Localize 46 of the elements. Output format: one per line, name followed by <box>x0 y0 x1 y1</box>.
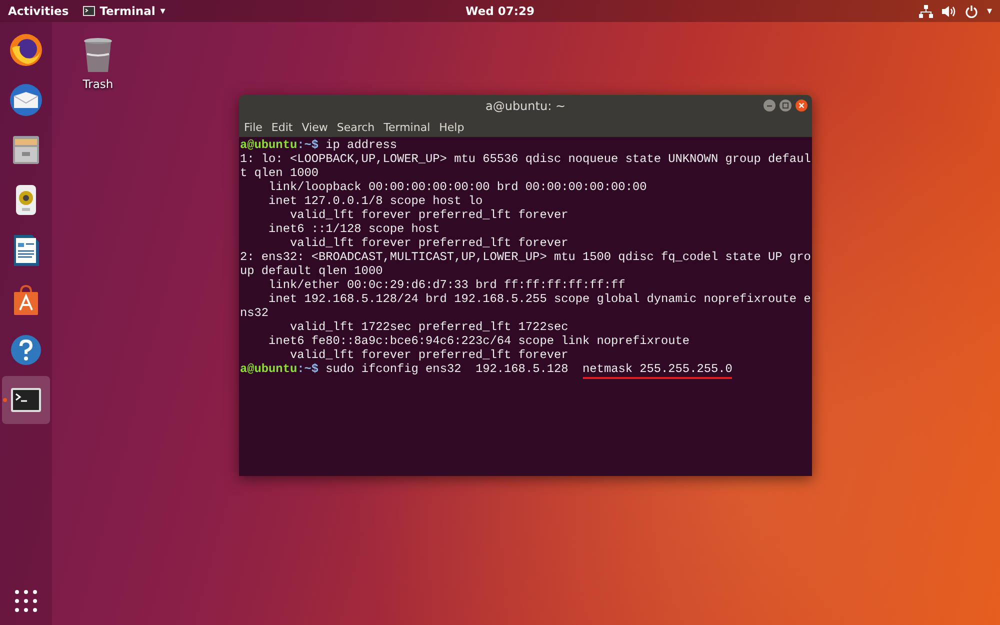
browser-icon[interactable] <box>8 32 44 68</box>
output-line: valid_lft 1722sec preferred_lft 1722sec <box>288 320 568 334</box>
help-icon[interactable] <box>8 332 44 368</box>
menu-item[interactable]: View <box>302 120 328 134</box>
power-icon <box>964 4 978 18</box>
output-line: link/ether 00:0c:29:d6:d7:33 brd ff:ff:ff:ff:ff:ff <box>268 278 626 292</box>
dock-item[interactable] <box>2 376 50 424</box>
output-line: 1: lo: <LOOPBACK,UP,LOWER_UP> mtu 65536 qdisc noqueue state UNKNOWN group defaul <box>240 152 811 166</box>
app-menu[interactable]: Terminal ▾ <box>82 4 166 18</box>
output-line: inet6 ::1/128 scope host <box>268 222 440 236</box>
volume-icon <box>942 4 956 18</box>
output-line: valid_lft forever preferred_lft forever <box>288 208 568 222</box>
command-text: sudo ifconfig ens32 192.168.5.128 <box>324 362 570 376</box>
prompt-user: a@ubuntu <box>240 362 298 376</box>
mail-icon[interactable] <box>8 82 44 118</box>
show-applications-icon[interactable] <box>14 589 38 613</box>
prompt-path: :~$ <box>297 138 319 152</box>
output-line: up default qlen 1000 <box>240 264 383 278</box>
output-line: inet6 fe80::8a9c:bce6:94c6:223c/64 scope link noprefixroute <box>268 334 690 348</box>
minimize-button[interactable] <box>763 99 776 112</box>
command-text: ip address <box>324 138 398 152</box>
menu-item[interactable]: Terminal <box>384 120 430 134</box>
running-indicator <box>3 398 7 402</box>
output-line: ns32 <box>240 306 269 320</box>
status-menu[interactable]: ▾ <box>918 4 992 18</box>
underlined-command-text: netmask 255.255.255.0 <box>582 362 732 379</box>
clock[interactable]: Wed 07:29 <box>466 4 534 18</box>
menu-item[interactable]: Search <box>336 120 375 134</box>
window-title: a@ubuntu: ~ <box>485 99 566 113</box>
output-line: t qlen 1000 <box>240 166 318 180</box>
output-line: 2: ens32: <BROADCAST,MULTICAST,UP,LOWER_UP> mtu 1500 qdisc fq_codel state UP gro <box>240 250 811 264</box>
terminal-icon <box>82 6 95 16</box>
maximize-button[interactable] <box>779 99 792 112</box>
menu-item[interactable]: File <box>244 120 262 134</box>
menu-item[interactable]: Help <box>439 120 464 134</box>
close-button[interactable] <box>795 99 808 112</box>
output-line: valid_lft forever preferred_lft forever <box>288 236 568 250</box>
output-line: link/loopback 00:00:00:00:00:00 brd 00:00:00:00:00:00 <box>268 180 647 194</box>
prompt-user: a@ubuntu <box>240 138 298 152</box>
activities-button[interactable]: Activities <box>8 4 69 18</box>
menu-item[interactable]: Edit <box>271 120 293 134</box>
output-line: inet 127.0.0.1/8 scope host lo <box>268 194 483 208</box>
network-icon <box>918 4 933 18</box>
output-line: valid_lft forever preferred_lft forever <box>288 348 568 362</box>
prompt-path: :~$ <box>297 362 319 376</box>
output-line: inet 192.168.5.128/24 brd 192.168.5.255 scope global dynamic noprefixroute e <box>268 292 811 306</box>
